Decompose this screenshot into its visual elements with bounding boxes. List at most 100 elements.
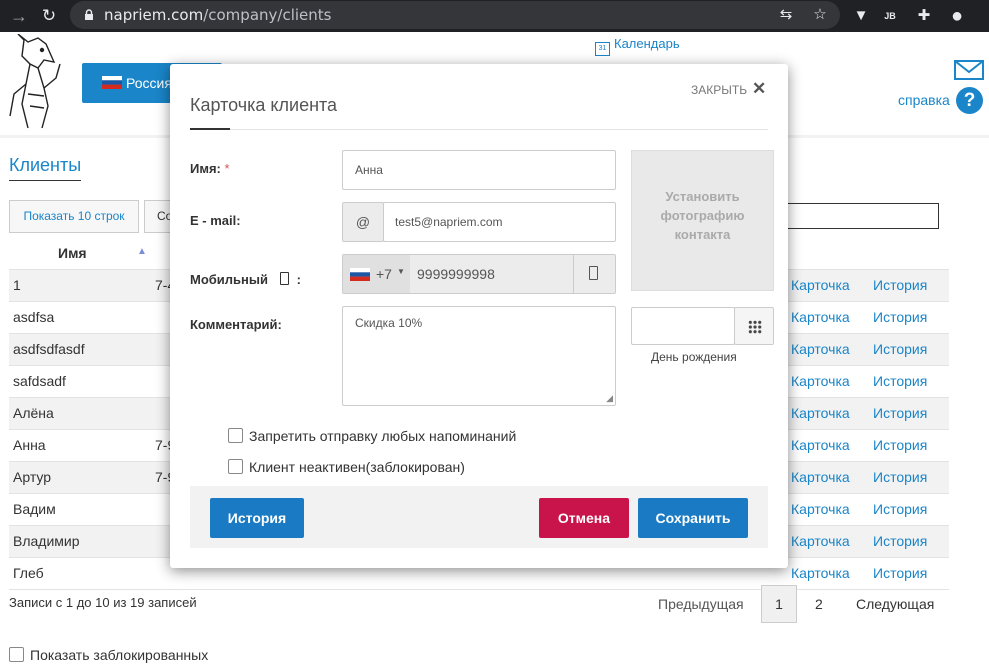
history-link[interactable]: История (873, 533, 927, 549)
cell-name: Артур (13, 469, 52, 485)
modal-footer: История Отмена Сохранить (190, 486, 768, 548)
comment-textarea[interactable]: Скидка 10% ◢ (342, 306, 616, 406)
card-link[interactable]: Карточка (791, 341, 850, 357)
browser-toolbar: → ↻ napriem.com/company/clients ⇆ ☆ ▼ JB… (0, 0, 989, 32)
translate-icon[interactable]: ⇆ (776, 5, 796, 25)
phone-value: 9999999998 (417, 266, 495, 282)
phone-icon (279, 272, 289, 285)
save-button[interactable]: Сохранить (638, 498, 748, 538)
pager-next[interactable]: Следующая (856, 596, 934, 612)
help-link[interactable]: справка (898, 92, 950, 108)
cancel-button[interactable]: Отмена (539, 498, 629, 538)
title-divider (190, 129, 768, 130)
inactive-label: Клиент неактивен(заблокирован) (249, 459, 465, 475)
cell-name: asdfsa (13, 309, 55, 325)
calendar-link[interactable]: 31 Календарь (595, 36, 680, 56)
history-link[interactable]: История (873, 373, 927, 389)
mail-icon[interactable] (954, 60, 984, 80)
card-link[interactable]: Карточка (791, 309, 850, 325)
address-bar[interactable]: napriem.com/company/clients ⇆ ☆ (70, 1, 840, 29)
no-reminders-checkbox[interactable]: Запретить отправку любых напоминаний (228, 428, 516, 444)
russia-flag-icon (102, 76, 122, 89)
help-icon[interactable]: ? (956, 87, 983, 114)
birthday-label: День рождения (651, 350, 737, 364)
close-icon[interactable]: ✕ (752, 79, 766, 99)
cell-name: Анна (13, 437, 46, 453)
card-link[interactable]: Карточка (791, 565, 850, 581)
modal-title: Карточка клиента (190, 95, 338, 115)
card-link[interactable]: Карточка (791, 469, 850, 485)
set-photo-button[interactable]: Установить фотографию контакта (631, 150, 774, 291)
page-title: Клиенты (9, 155, 82, 181)
wolf-logo[interactable] (8, 34, 66, 130)
mobile-addon (573, 255, 615, 293)
column-header-name[interactable]: Имя (58, 245, 87, 261)
show-blocked-checkbox[interactable]: Показать заблокированных (9, 647, 208, 663)
name-value: Анна (355, 163, 383, 177)
history-link[interactable]: История (873, 469, 927, 485)
sort-ascending-icon[interactable]: ▲ (137, 246, 147, 257)
checkbox-box[interactable] (228, 459, 243, 474)
extensions-icon[interactable]: ✚ (913, 5, 935, 27)
close-button[interactable]: ЗАКРЫТЬ (691, 83, 747, 97)
cell-name: Владимир (13, 533, 80, 549)
calendar-grid-icon (748, 320, 762, 334)
calendar-button[interactable] (734, 307, 774, 345)
cell-name: 1 (13, 277, 21, 293)
region-label: Россия (126, 75, 172, 91)
mobile-field[interactable]: +7 ▼ 9999999998 (342, 254, 616, 294)
profile-icon[interactable]: ● (946, 5, 968, 27)
history-link[interactable]: История (873, 565, 927, 581)
card-link[interactable]: Карточка (791, 405, 850, 421)
reload-icon[interactable]: ↻ (38, 5, 60, 27)
country-selector[interactable]: +7 ▼ (343, 255, 410, 293)
history-link[interactable]: История (873, 405, 927, 421)
pager-page-1[interactable]: 1 (761, 585, 797, 623)
country-code: +7 (376, 266, 392, 282)
pager-previous[interactable]: Предыдущая (658, 596, 744, 612)
birthday-input[interactable] (631, 307, 735, 345)
cell-name: Алёна (13, 405, 54, 421)
name-label: Имя: * (190, 161, 230, 176)
calendar-icon: 31 (595, 42, 610, 56)
history-link[interactable]: История (873, 501, 927, 517)
email-field[interactable]: test5@napriem.com (383, 202, 616, 242)
client-card-modal: Карточка клиента ЗАКРЫТЬ ✕ Имя: * Анна E… (170, 64, 788, 568)
resize-handle-icon[interactable]: ◢ (606, 393, 613, 404)
records-info: Записи с 1 до 10 из 19 записей (9, 595, 197, 610)
cell-name: Вадим (13, 501, 56, 517)
card-link[interactable]: Карточка (791, 501, 850, 517)
vue-devtools-icon[interactable]: ▼ (850, 5, 872, 27)
lock-icon (85, 9, 93, 20)
phone-icon (589, 266, 598, 280)
history-link[interactable]: История (873, 341, 927, 357)
title-underline (190, 128, 230, 130)
history-link[interactable]: История (873, 309, 927, 325)
name-field[interactable]: Анна (342, 150, 616, 190)
history-link[interactable]: История (873, 277, 927, 293)
show-rows-button[interactable]: Показать 10 строк (9, 200, 139, 233)
email-value: test5@napriem.com (395, 215, 503, 229)
at-sign-icon: @ (342, 202, 384, 242)
inactive-checkbox[interactable]: Клиент неактивен(заблокирован) (228, 459, 465, 475)
cell-name: Глеб (13, 565, 44, 581)
url-text: napriem.com/company/clients (104, 6, 332, 24)
chevron-down-icon: ▼ (397, 267, 405, 276)
star-icon[interactable]: ☆ (810, 5, 830, 25)
jb-extension-icon[interactable]: JB (879, 5, 901, 27)
card-link[interactable]: Карточка (791, 533, 850, 549)
back-icon[interactable]: → (8, 5, 30, 27)
no-reminders-label: Запретить отправку любых напоминаний (249, 428, 517, 444)
russia-flag-icon (350, 268, 370, 281)
cell-name: safdsadf (13, 373, 66, 389)
history-link[interactable]: История (873, 437, 927, 453)
history-button[interactable]: История (210, 498, 304, 538)
checkbox-box[interactable] (9, 647, 24, 662)
card-link[interactable]: Карточка (791, 373, 850, 389)
pager-page-2[interactable]: 2 (815, 596, 823, 612)
search-input[interactable] (780, 203, 939, 229)
card-link[interactable]: Карточка (791, 277, 850, 293)
card-link[interactable]: Карточка (791, 437, 850, 453)
checkbox-box[interactable] (228, 428, 243, 443)
show-blocked-label: Показать заблокированных (30, 647, 209, 663)
